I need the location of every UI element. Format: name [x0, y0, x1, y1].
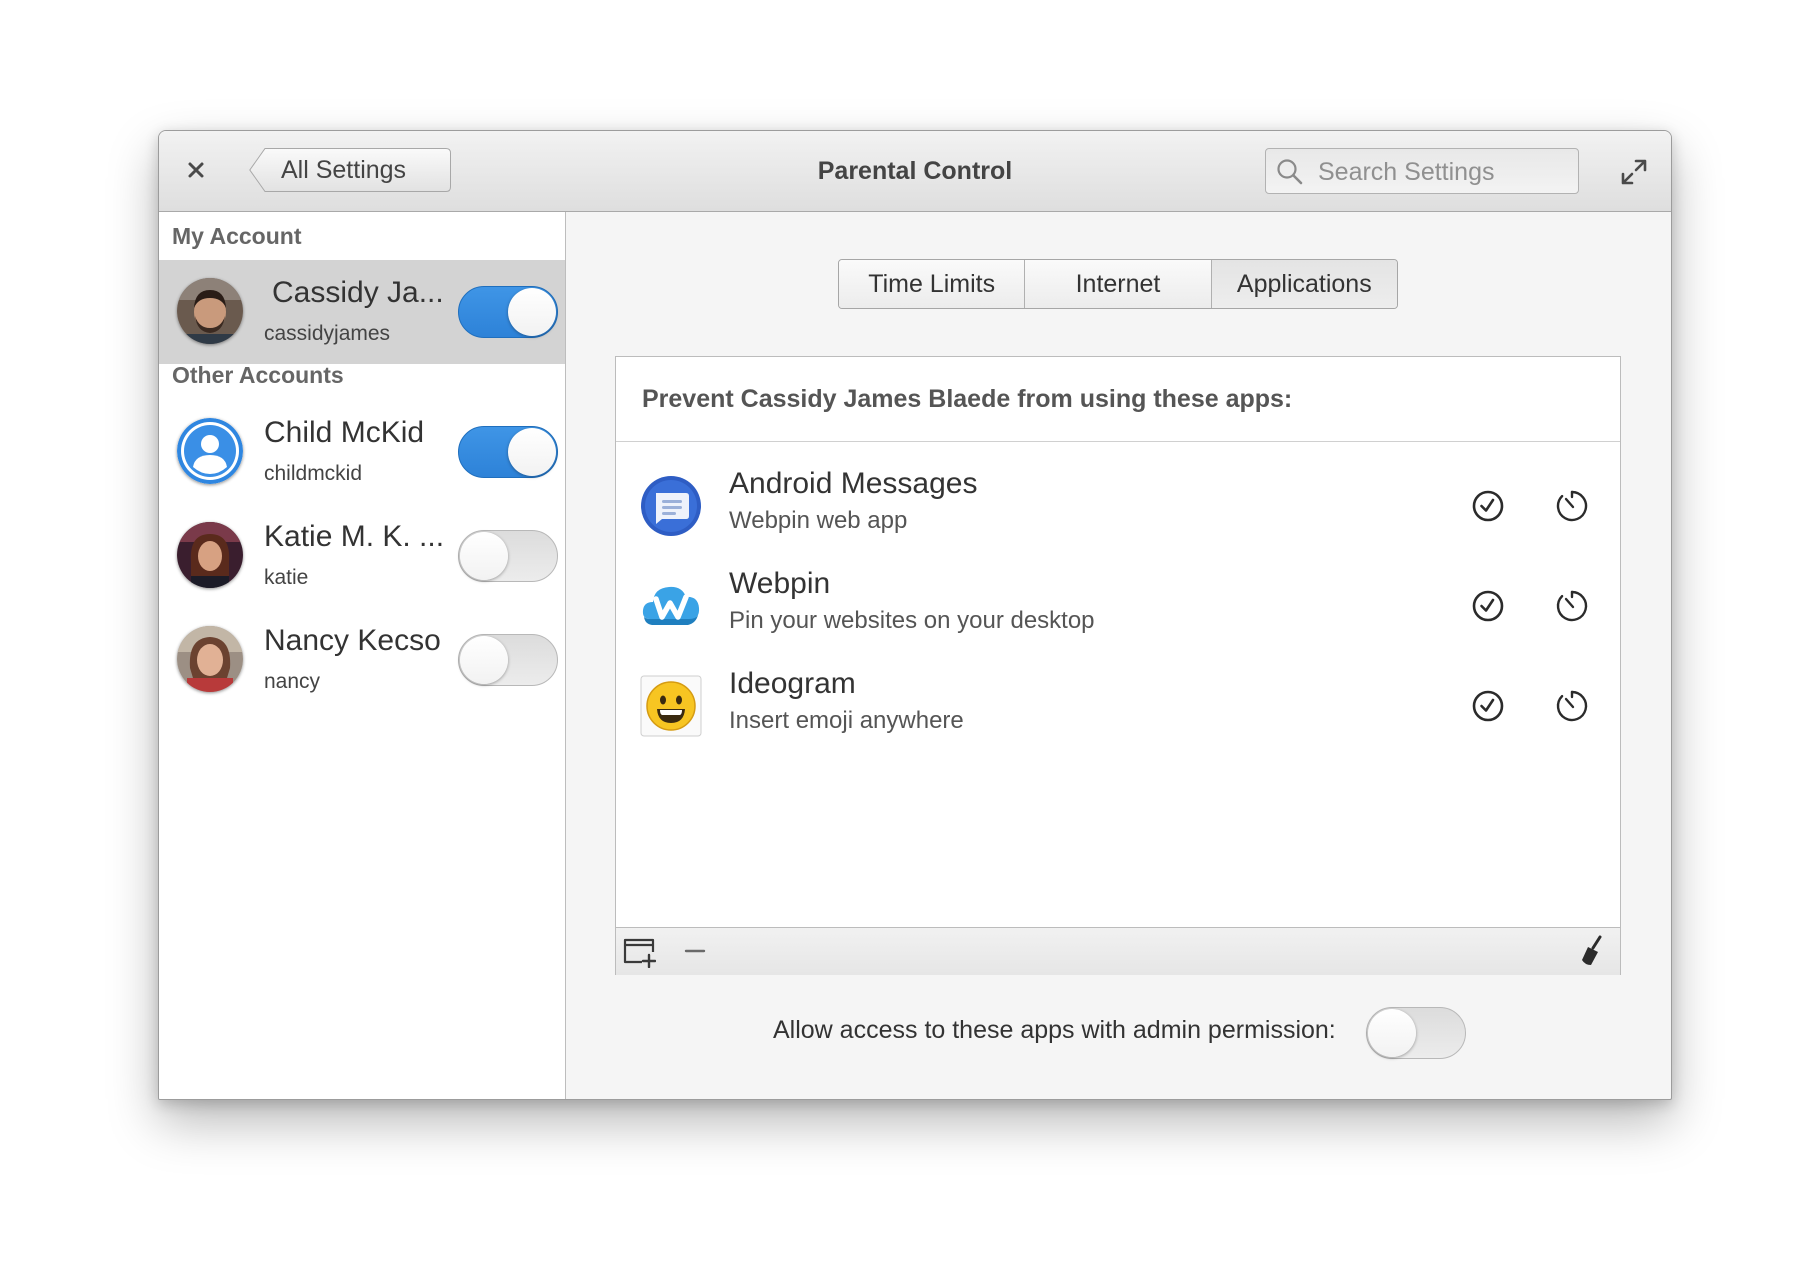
- back-button-label: All Settings: [281, 156, 407, 184]
- account-toggle-cassidyjames[interactable]: [458, 286, 558, 338]
- tab-applications[interactable]: Applications: [1211, 260, 1397, 308]
- clock-icon[interactable]: [1471, 689, 1505, 723]
- add-app-icon[interactable]: [622, 934, 656, 968]
- account-row-cassidyjames[interactable]: Cassidy Ja... cassidyjames: [159, 260, 565, 364]
- tab-internet[interactable]: Internet: [1025, 260, 1212, 308]
- app-name: Ideogram: [729, 667, 856, 700]
- blocked-apps-panel: Prevent Cassidy James Blaede from using …: [615, 356, 1621, 975]
- switch-knob: [508, 288, 556, 336]
- account-toggle-childmckid[interactable]: [458, 426, 558, 478]
- account-name: Child McKid: [264, 416, 425, 449]
- remove-icon[interactable]: [678, 934, 712, 968]
- app-description: Webpin web app: [729, 507, 908, 534]
- timer-icon[interactable]: [1555, 689, 1589, 723]
- app-description: Pin your websites on your desktop: [729, 607, 1095, 634]
- close-button[interactable]: [179, 153, 213, 187]
- switch-knob: [460, 636, 508, 684]
- search-icon: [1277, 159, 1303, 185]
- search-field[interactable]: [1265, 148, 1579, 194]
- panel-title: Prevent Cassidy James Blaede from using …: [642, 385, 1293, 413]
- android-messages-icon: [641, 476, 701, 536]
- account-row-nancy[interactable]: Nancy Kecso nancy: [159, 608, 565, 712]
- clear-broom-icon[interactable]: [1576, 934, 1610, 968]
- header-bar: All Settings Parental Control: [159, 131, 1671, 212]
- switch-knob: [1368, 1009, 1416, 1057]
- search-input[interactable]: [1316, 153, 1570, 191]
- timer-icon[interactable]: [1555, 489, 1589, 523]
- account-name: Katie M. K. ...: [264, 520, 445, 553]
- admin-permission-label: Allow access to these apps with admin pe…: [773, 1016, 1336, 1044]
- app-name: Android Messages: [729, 467, 978, 500]
- account-row-childmckid[interactable]: Child McKid childmckid: [159, 400, 565, 504]
- avatar: [177, 278, 243, 344]
- timer-icon[interactable]: [1555, 589, 1589, 623]
- list-item-webpin[interactable]: Webpin Pin your websites on your desktop: [616, 567, 1620, 675]
- maximize-icon: [1621, 159, 1647, 185]
- divider: [616, 441, 1620, 442]
- ideogram-icon: [640, 675, 702, 737]
- account-name: Nancy Kecso: [264, 624, 441, 657]
- avatar: [177, 522, 243, 588]
- account-username: nancy: [264, 670, 321, 693]
- mode-tabs: Time Limits Internet Applications: [838, 259, 1398, 309]
- account-toggle-nancy[interactable]: [458, 634, 558, 686]
- clock-icon[interactable]: [1471, 489, 1505, 523]
- account-name: Cassidy Ja...: [272, 276, 444, 309]
- other-accounts-header: Other Accounts: [172, 362, 344, 388]
- account-username: cassidyjames: [264, 322, 391, 345]
- app-description: Insert emoji anywhere: [729, 707, 964, 734]
- all-settings-back-button[interactable]: All Settings: [249, 148, 451, 192]
- list-item-ideogram[interactable]: Ideogram Insert emoji anywhere: [616, 667, 1620, 775]
- account-username: katie: [264, 566, 309, 589]
- admin-permission-toggle[interactable]: [1366, 1007, 1466, 1059]
- accounts-sidebar: My Account Cassidy Ja... cassidyjames Ot…: [159, 212, 566, 1099]
- account-username: childmckid: [264, 462, 363, 485]
- apps-toolbar: [616, 927, 1620, 975]
- settings-window: All Settings Parental Control My Account: [158, 130, 1672, 1100]
- switch-knob: [460, 532, 508, 580]
- tab-time-limits[interactable]: Time Limits: [839, 260, 1026, 308]
- webpin-icon: [642, 586, 700, 625]
- app-name: Webpin: [729, 567, 831, 600]
- default-avatar-icon: [177, 418, 243, 484]
- switch-knob: [508, 428, 556, 476]
- main-content: Time Limits Internet Applications Preven…: [566, 212, 1671, 1099]
- avatar: [177, 626, 243, 692]
- clock-icon[interactable]: [1471, 589, 1505, 623]
- account-row-katie[interactable]: Katie M. K. ... katie: [159, 504, 565, 608]
- close-icon: [188, 162, 204, 178]
- my-account-header: My Account: [172, 223, 302, 249]
- account-toggle-katie[interactable]: [458, 530, 558, 582]
- list-item-android-messages[interactable]: Android Messages Webpin web app: [616, 467, 1620, 575]
- maximize-button[interactable]: [1619, 157, 1649, 187]
